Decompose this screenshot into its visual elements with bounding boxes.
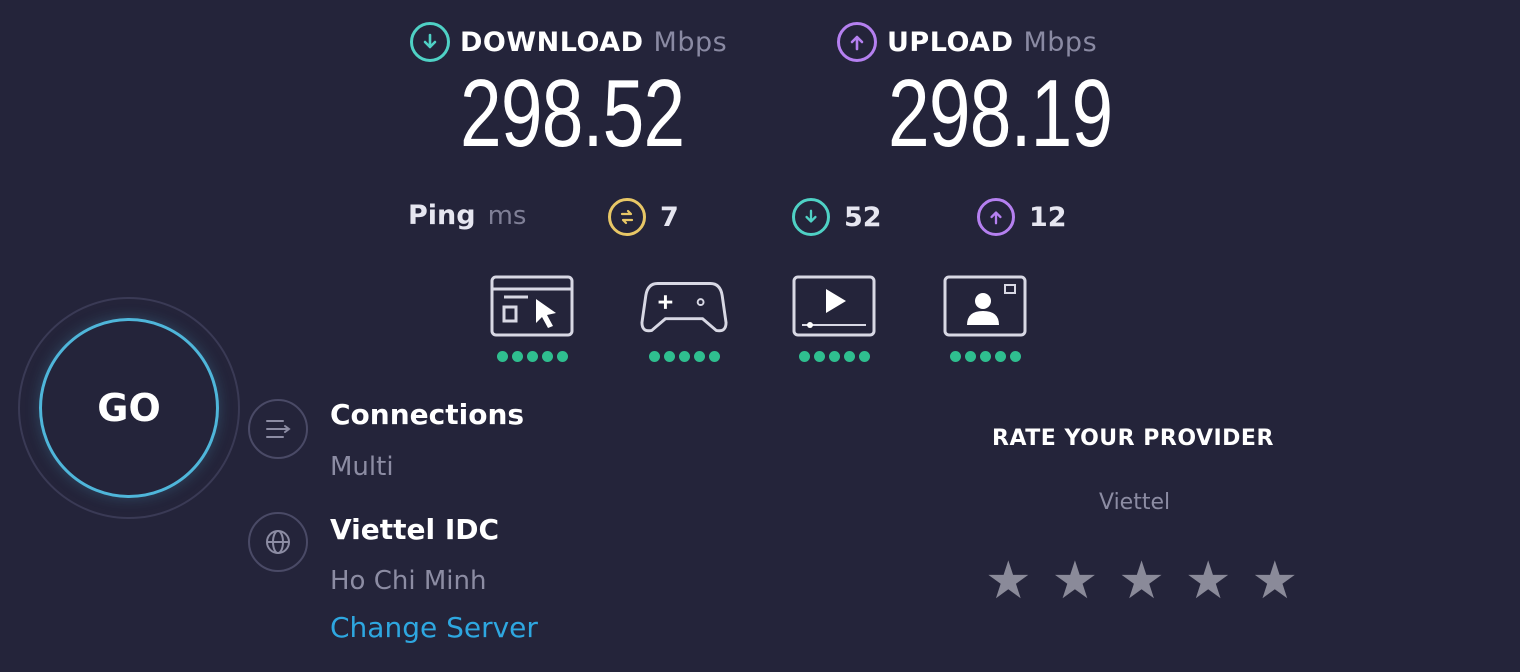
upload-arrow-icon <box>837 22 877 62</box>
web-browsing-rating <box>490 351 574 362</box>
globe-icon <box>248 512 308 572</box>
provider-name: Viettel <box>1099 490 1171 515</box>
download-latency-icon <box>792 198 830 236</box>
go-button-ring: GO <box>18 297 240 519</box>
idle-latency-value: 7 <box>660 201 679 233</box>
quality-video-call <box>943 275 1027 362</box>
star-2[interactable]: ★ <box>1052 555 1099 607</box>
ping-unit: ms <box>487 200 527 231</box>
upload-unit: Mbps <box>1023 26 1098 58</box>
web-browsing-icon <box>490 275 574 337</box>
idle-latency-icon <box>608 198 646 236</box>
download-label: DOWNLOAD <box>460 26 644 58</box>
download-latency: 52 <box>792 198 882 236</box>
video-streaming-rating <box>792 351 876 362</box>
connections-title: Connections <box>330 398 525 431</box>
star-4[interactable]: ★ <box>1185 555 1232 607</box>
go-button[interactable]: GO <box>39 318 219 498</box>
upload-header: UPLOAD Mbps <box>837 22 1097 62</box>
star-5[interactable]: ★ <box>1252 555 1299 607</box>
server-location: Ho Chi Minh <box>330 566 487 596</box>
ping-row: Ping ms <box>408 200 526 231</box>
gaming-controller-icon <box>640 282 728 333</box>
upload-latency: 12 <box>977 198 1067 236</box>
quality-video-streaming <box>792 275 876 362</box>
star-1[interactable]: ★ <box>985 555 1032 607</box>
quality-web-browsing <box>490 275 574 362</box>
download-value: 298.52 <box>460 60 685 167</box>
server-name: Viettel IDC <box>330 513 500 546</box>
video-streaming-icon <box>792 275 876 337</box>
ping-label: Ping <box>408 200 476 231</box>
upload-latency-value: 12 <box>1029 201 1067 233</box>
change-server-link[interactable]: Change Server <box>330 611 538 644</box>
rating-stars: ★ ★ ★ ★ ★ <box>985 555 1298 607</box>
download-latency-value: 52 <box>844 201 882 233</box>
upload-latency-icon <box>977 198 1015 236</box>
gaming-rating <box>640 351 728 362</box>
video-call-icon <box>943 275 1027 337</box>
video-call-rating <box>943 351 1027 362</box>
connections-icon[interactable] <box>248 399 308 459</box>
upload-label: UPLOAD <box>887 26 1014 58</box>
upload-value: 298.19 <box>888 60 1113 167</box>
idle-latency: 7 <box>608 198 679 236</box>
download-header: DOWNLOAD Mbps <box>410 22 727 62</box>
rate-provider-title: RATE YOUR PROVIDER <box>992 426 1274 451</box>
download-arrow-icon <box>410 22 450 62</box>
star-3[interactable]: ★ <box>1118 555 1165 607</box>
download-unit: Mbps <box>653 26 728 58</box>
quality-gaming <box>640 275 728 362</box>
connections-value[interactable]: Multi <box>330 452 394 482</box>
